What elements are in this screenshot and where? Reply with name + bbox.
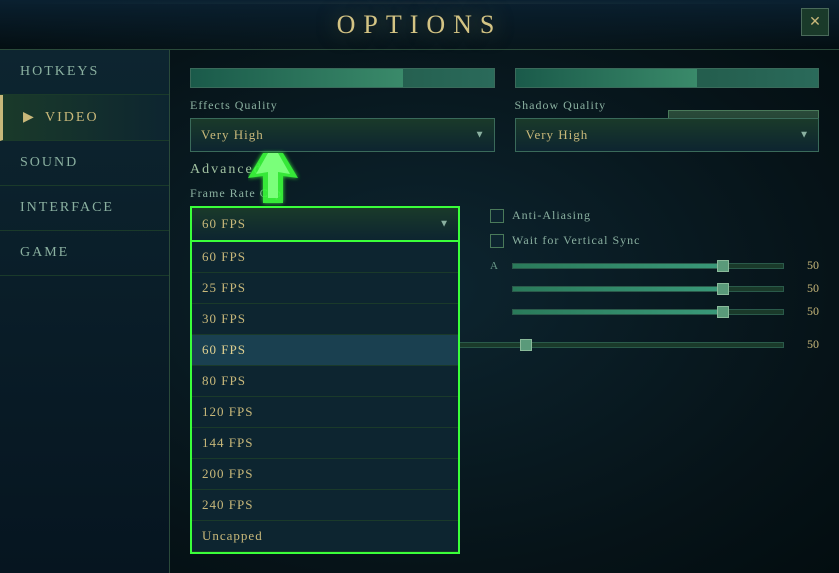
- top-sliders: [190, 68, 819, 88]
- shadow-quality-group: Shadow Quality Very High ▼: [515, 98, 820, 152]
- shadow-quality-value: Very High: [526, 127, 589, 142]
- anti-aliasing-label: Anti-Aliasing: [512, 208, 591, 223]
- fps-dropdown-container: 60 FPS ▼ 60 FPS 25 FPS 30 FPS 60 FPS 80 …: [190, 206, 460, 242]
- slider-track-1[interactable]: [512, 263, 784, 269]
- top-slider-left[interactable]: [190, 68, 495, 88]
- quality-row: Effects Quality Very High ▼ Shadow Quali…: [190, 98, 819, 152]
- slider-row-1: A 50: [490, 258, 819, 273]
- anti-aliasing-item: Anti-Aliasing: [490, 208, 819, 223]
- fps-option-6[interactable]: 144 FPS: [192, 428, 458, 459]
- slider-value-2: 50: [794, 281, 819, 296]
- fps-option-5[interactable]: 120 FPS: [192, 397, 458, 428]
- sidebar-item-interface[interactable]: INTERFACE: [0, 186, 169, 231]
- vsync-item: Wait for Vertical Sync: [490, 233, 819, 248]
- sidebar-item-sound[interactable]: SOUND: [0, 141, 169, 186]
- sliders-section: A 50 50: [490, 258, 819, 319]
- slider-track-3[interactable]: [512, 309, 784, 315]
- frame-rate-section: Frame Rate Cap 60 FPS ▼ 60 FPS 25 FPS 30…: [190, 186, 819, 327]
- vsync-checkbox[interactable]: [490, 234, 504, 248]
- close-button[interactable]: ✕: [801, 8, 829, 36]
- fps-option-8[interactable]: 240 FPS: [192, 490, 458, 521]
- fps-option-4[interactable]: 80 FPS: [192, 366, 458, 397]
- effects-quality-dropdown[interactable]: Very High ▼: [190, 118, 495, 152]
- fps-option-7[interactable]: 200 FPS: [192, 459, 458, 490]
- slider-label-1: A: [490, 260, 502, 272]
- vsync-label: Wait for Vertical Sync: [512, 233, 640, 248]
- slider-value-1: 50: [794, 258, 819, 273]
- frame-rate-left: Frame Rate Cap 60 FPS ▼ 60 FPS 25 FPS 30…: [190, 186, 470, 327]
- sidebar-item-hotkeys[interactable]: HOTKEYS: [0, 50, 169, 95]
- fps-arrow-icon: ▼: [439, 219, 450, 230]
- top-slider-right[interactable]: [515, 68, 820, 88]
- fps-option-1[interactable]: 25 FPS: [192, 273, 458, 304]
- sidebar-item-game[interactable]: GAME: [0, 231, 169, 276]
- effects-quality-label: Effects Quality: [190, 98, 495, 113]
- advanced-label: Advanced: [190, 162, 819, 178]
- main-content: Restore Defaults Effects Quality Very Hi…: [170, 50, 839, 573]
- effects-quality-group: Effects Quality Very High ▼: [190, 98, 495, 152]
- effects-quality-arrow-icon: ▼: [475, 130, 486, 141]
- effects-quality-value: Very High: [201, 127, 264, 142]
- shadow-quality-dropdown[interactable]: Very High ▼: [515, 118, 820, 152]
- slider-row-2: 50: [490, 281, 819, 296]
- sidebar: HOTKEYS ▶ VIDEO SOUND INTERFACE GAME: [0, 50, 170, 573]
- page-title: OPTIONS: [337, 10, 503, 40]
- sidebar-item-video[interactable]: ▶ VIDEO: [0, 95, 169, 141]
- fps-option-9[interactable]: Uncapped: [192, 521, 458, 552]
- fps-dropdown-list: 60 FPS 25 FPS 30 FPS 60 FPS 80 FPS 120 F…: [190, 242, 460, 554]
- title-bar: OPTIONS: [0, 0, 839, 50]
- fps-option-3[interactable]: 60 FPS: [192, 335, 458, 366]
- color-contrast-value: 50: [794, 337, 819, 352]
- anti-aliasing-checkbox[interactable]: [490, 209, 504, 223]
- fps-option-0[interactable]: 60 FPS: [192, 242, 458, 273]
- fps-selected-value: 60 FPS: [202, 216, 246, 231]
- slider-track-2[interactable]: [512, 286, 784, 292]
- frame-rate-cap-label: Frame Rate Cap: [190, 186, 470, 201]
- slider-value-3: 50: [794, 304, 819, 319]
- shadow-quality-arrow-icon: ▼: [799, 130, 810, 141]
- fps-main-dropdown[interactable]: 60 FPS ▼: [190, 206, 460, 242]
- color-contrast-thumb[interactable]: [520, 339, 532, 351]
- slider-row-3: 50: [490, 304, 819, 319]
- frame-rate-right: Anti-Aliasing Wait for Vertical Sync A 5…: [490, 186, 819, 327]
- checkbox-group: Anti-Aliasing Wait for Vertical Sync: [490, 208, 819, 248]
- fps-option-2[interactable]: 30 FPS: [192, 304, 458, 335]
- sidebar-arrow-icon: ▶: [23, 110, 36, 125]
